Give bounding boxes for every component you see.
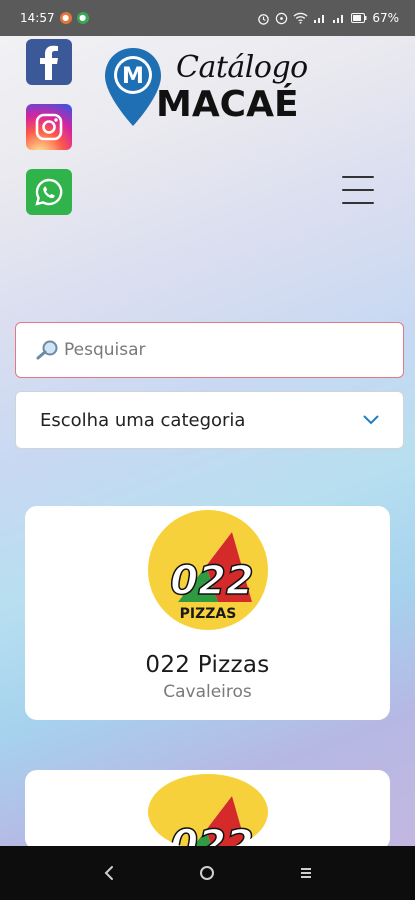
signal-2-icon bbox=[333, 15, 344, 23]
pizza-logo: 022 PIZZAS bbox=[147, 510, 268, 630]
instagram-icon bbox=[35, 113, 63, 141]
facebook-icon bbox=[40, 45, 58, 80]
menu-line-icon bbox=[342, 189, 374, 191]
home-icon bbox=[200, 866, 215, 880]
status-bar: 14:57 ● ● 67% bbox=[0, 0, 415, 36]
notification-app-icon: ● bbox=[59, 12, 72, 24]
status-right: 67% bbox=[257, 11, 399, 25]
status-left: 14:57 ● ● bbox=[20, 11, 89, 25]
instagram-button[interactable] bbox=[26, 104, 72, 150]
wifi-icon bbox=[293, 12, 308, 24]
chevron-down-icon bbox=[363, 415, 379, 425]
whatsapp-icon bbox=[35, 178, 63, 206]
logo-line-1: Catálogo bbox=[176, 50, 308, 85]
alarm-icon bbox=[258, 13, 270, 25]
category-select-label: Escolha uma categoria bbox=[40, 409, 246, 431]
pizza-slice-icon: 022 bbox=[169, 796, 254, 850]
listing-location: Cavaleiros bbox=[163, 682, 252, 702]
pizza-logo-number: 022 bbox=[170, 558, 254, 604]
battery-percent: 67% bbox=[372, 11, 399, 25]
pizza-logo: 022 bbox=[147, 774, 268, 850]
search-icon bbox=[36, 340, 58, 360]
search-input[interactable] bbox=[64, 340, 384, 360]
system-nav-bar bbox=[0, 846, 415, 900]
facebook-button[interactable] bbox=[26, 39, 72, 85]
category-select[interactable]: Escolha uma categoria bbox=[15, 391, 404, 449]
signal-icon bbox=[314, 15, 325, 23]
logo-line-2: MACAÉ bbox=[156, 84, 299, 125]
listing-title: 022 Pizzas bbox=[145, 652, 270, 678]
pizza-slice-icon: 022 PIZZAS bbox=[169, 532, 254, 622]
recents-icon bbox=[300, 868, 311, 878]
recents-button[interactable] bbox=[291, 858, 321, 888]
menu-button[interactable] bbox=[342, 176, 374, 204]
notification-shield-icon: ● bbox=[76, 12, 89, 24]
listing-card[interactable]: 022 bbox=[25, 770, 390, 850]
site-logo[interactable]: M Catálogo MACAÉ bbox=[102, 46, 318, 128]
menu-line-icon bbox=[342, 202, 374, 204]
search-box[interactable] bbox=[15, 322, 404, 378]
map-pin-logo-icon: M bbox=[105, 48, 161, 126]
back-icon bbox=[104, 866, 114, 880]
whatsapp-button[interactable] bbox=[26, 169, 72, 215]
listing-card[interactable]: 022 PIZZAS 022 Pizzas Cavaleiros bbox=[25, 506, 390, 720]
hotspot-icon bbox=[276, 12, 288, 24]
back-button[interactable] bbox=[94, 858, 124, 888]
battery-icon bbox=[351, 13, 367, 23]
status-time: 14:57 bbox=[20, 11, 55, 25]
home-button[interactable] bbox=[192, 858, 222, 888]
menu-line-icon bbox=[342, 176, 374, 178]
logo-badge-letter: M bbox=[122, 64, 144, 89]
pizza-logo-sub: PIZZAS bbox=[179, 606, 236, 622]
